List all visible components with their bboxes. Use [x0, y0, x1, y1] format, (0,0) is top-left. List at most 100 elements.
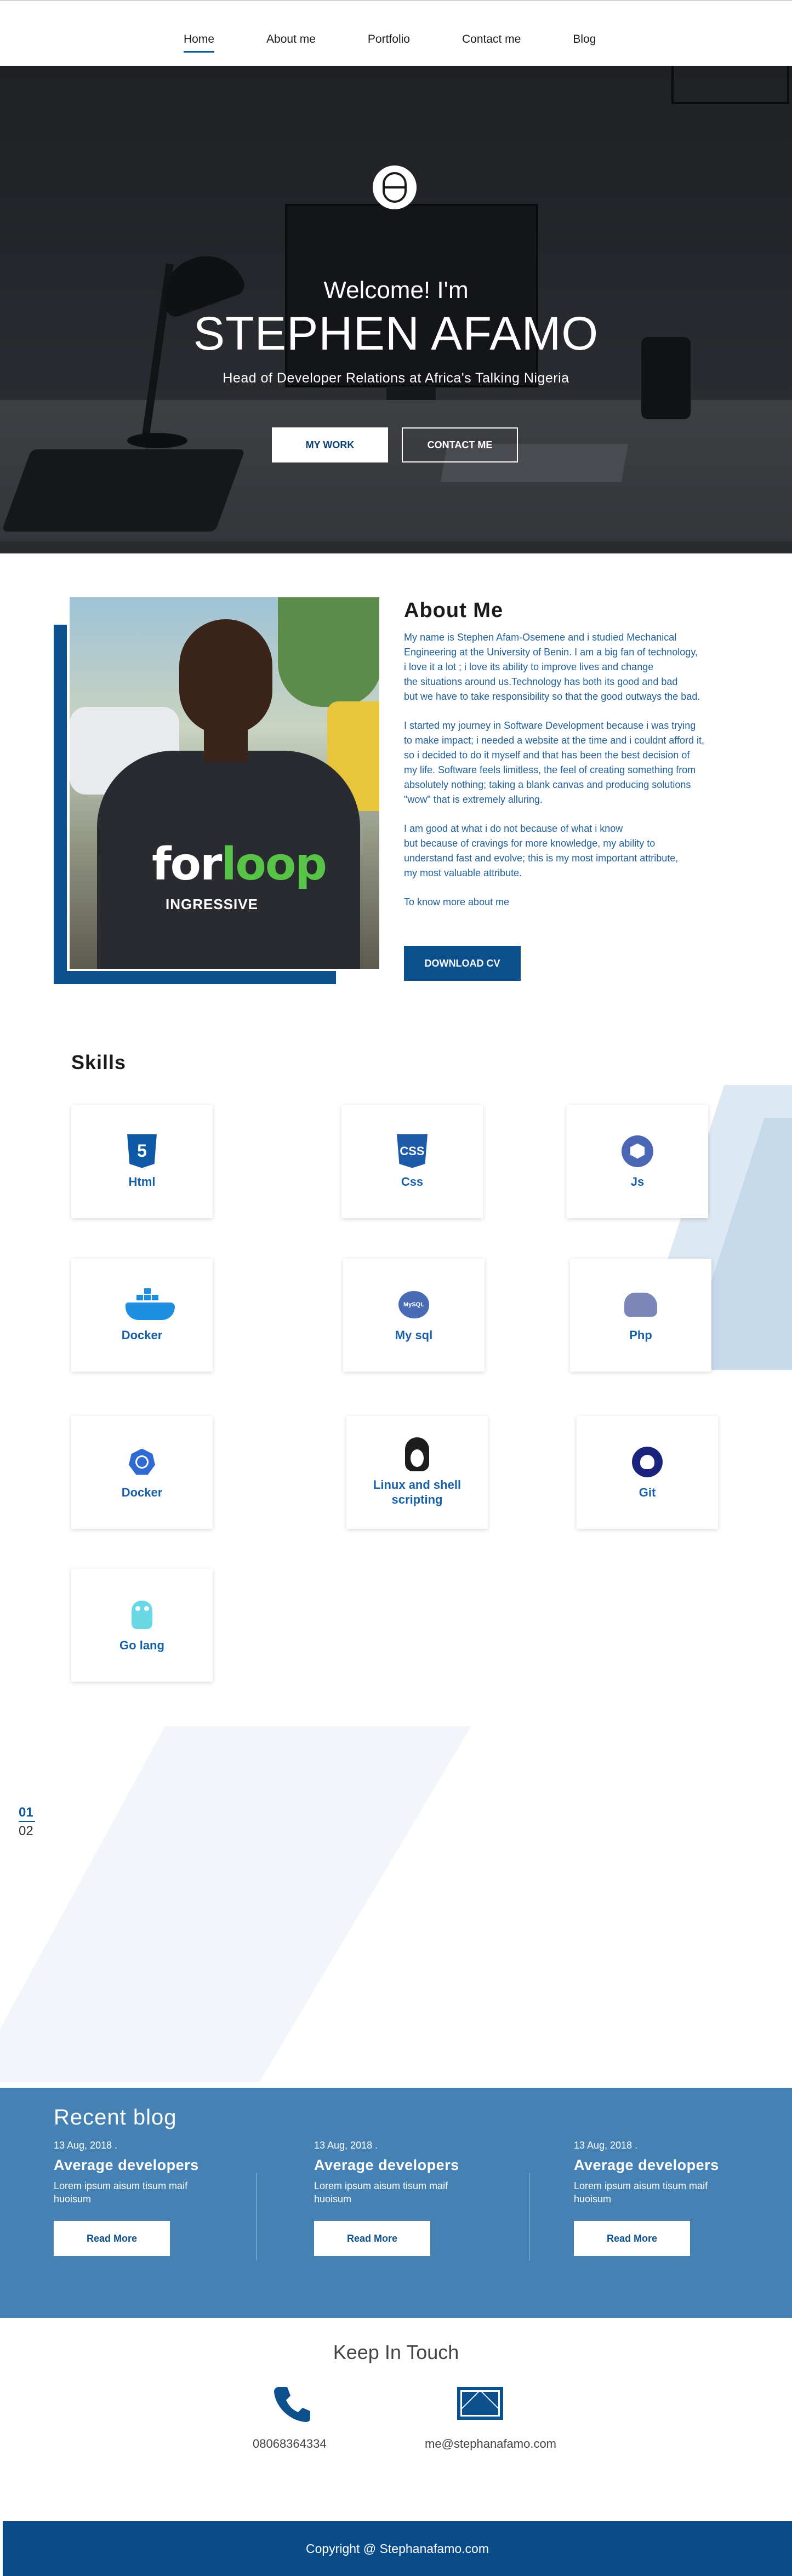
skill-label: Php: [629, 1328, 652, 1342]
mysql-icon: MySQL: [397, 1288, 430, 1321]
photo-tree: [278, 597, 379, 707]
html5-icon: 5: [126, 1134, 158, 1168]
docker-container-block: [136, 1294, 143, 1300]
skill-label: Git: [639, 1485, 656, 1499]
skill-card-php[interactable]: Php: [570, 1259, 711, 1372]
about-accent-bar-bottom: [54, 971, 336, 984]
site-logo-icon[interactable]: [373, 165, 417, 209]
skill-card-html[interactable]: 5 Html: [71, 1105, 213, 1218]
shirt-text-loop: loop: [221, 838, 327, 890]
skill-card-kubernetes[interactable]: Docker: [71, 1416, 213, 1529]
skill-label: Docker: [121, 1328, 163, 1342]
read-more-button[interactable]: Read More: [54, 2221, 170, 2256]
kubernetes-icon: [126, 1446, 158, 1478]
photo-shirt-ingressive: INGRESSIVE: [166, 896, 258, 912]
skill-card-css[interactable]: CSS Css: [341, 1105, 483, 1218]
github-icon: [631, 1446, 664, 1478]
php-elephant: [624, 1292, 657, 1317]
skill-label: Linux and shell scripting: [373, 1478, 461, 1506]
read-more-button[interactable]: Read More: [314, 2221, 430, 2256]
blog-heading[interactable]: Average developers: [574, 2157, 755, 2174]
my-work-button[interactable]: MY WORK: [272, 427, 388, 462]
download-cv-button[interactable]: DOWNLOAD CV: [404, 946, 521, 981]
decor-diagonal-band: [0, 1726, 471, 2082]
docker-container-block: [144, 1288, 151, 1294]
js-hexagon: [622, 1135, 653, 1167]
skill-label: Go lang: [119, 1638, 164, 1652]
css3-badge: CSS: [397, 1134, 428, 1168]
docker-container-block: [152, 1294, 158, 1300]
blog-date: 13 Aug, 2018 .: [314, 2140, 378, 2151]
nav-item-portfolio[interactable]: Portfolio: [368, 33, 410, 46]
skill-card-git[interactable]: Git: [577, 1416, 718, 1529]
shirt-text-for: for: [152, 838, 222, 890]
phone-icon[interactable]: [273, 2385, 311, 2423]
blog-date: 13 Aug, 2018 .: [54, 2140, 118, 2151]
photo-shirt-logo: forloop: [152, 838, 327, 890]
about-paragraph-4: To know more about me: [404, 896, 510, 907]
read-more-button[interactable]: Read More: [574, 2221, 690, 2256]
skill-label: Html: [128, 1174, 156, 1189]
page-indicator-underline: [19, 1821, 35, 1822]
skill-card-js[interactable]: Js: [567, 1105, 708, 1218]
skill-label: Js: [630, 1174, 645, 1189]
skills-title: Skills: [71, 1051, 127, 1073]
docker-icon: [126, 1288, 175, 1321]
footer: Copyright @ Stephanafamo.com: [3, 2521, 792, 2576]
blog-title: Recent blog: [54, 2105, 177, 2129]
docker-whale-body: [126, 1302, 175, 1320]
docker-whale: [126, 1288, 175, 1321]
php-elephant-icon: [624, 1288, 657, 1321]
skill-label: Css: [401, 1174, 424, 1189]
skill-card-golang[interactable]: Go lang: [71, 1569, 213, 1682]
blog-card: 13 Aug, 2018 . Average developers Lorem …: [54, 2140, 235, 2256]
gopher: [132, 1600, 152, 1629]
js-icon: [621, 1135, 654, 1168]
blog-date: 13 Aug, 2018 .: [574, 2140, 638, 2151]
gopher-icon: [126, 1598, 158, 1631]
nav-item-home[interactable]: Home: [184, 33, 215, 53]
about-title: About Me: [404, 599, 504, 622]
about-paragraph-3: I am good at what i do not because of wh…: [404, 823, 679, 878]
hero-welcome: Welcome! I'm: [323, 277, 469, 304]
blog-excerpt: Lorem ipsum aisum tisum maif huoisum: [54, 2180, 188, 2204]
about-accent-bar: [54, 625, 67, 984]
docker-container-block: [144, 1294, 151, 1300]
about-paragraph-2: I started my journey in Software Develop…: [404, 720, 704, 805]
nav-item-about[interactable]: About me: [266, 33, 316, 46]
skill-card-linux[interactable]: Linux and shell scripting: [346, 1416, 488, 1529]
blog-heading[interactable]: Average developers: [54, 2157, 235, 2174]
skill-label: Docker: [121, 1485, 163, 1499]
logo-mark: [383, 172, 407, 203]
nav-item-blog[interactable]: Blog: [573, 33, 596, 46]
blog-excerpt: Lorem ipsum aisum tisum maif huoisum: [574, 2180, 708, 2204]
hero-tagline: Head of Developer Relations at Africa's …: [223, 370, 569, 386]
about-text: My name is Stephen Afam-Osemene and i st…: [404, 630, 744, 924]
css3-icon: CSS: [396, 1134, 429, 1168]
page-indicator-1[interactable]: 01: [19, 1805, 33, 1820]
nav-list: Home About me Portfolio Contact me Blog: [184, 33, 648, 53]
mail-icon[interactable]: [457, 2387, 503, 2420]
skill-card-docker[interactable]: Docker: [71, 1259, 213, 1372]
skill-card-mysql[interactable]: MySQL My sql: [343, 1259, 485, 1372]
page-indicator-2[interactable]: 02: [19, 1824, 33, 1839]
linux-tux: [405, 1437, 429, 1471]
blog-excerpt: Lorem ipsum aisum tisum maif huoisum: [314, 2180, 448, 2204]
contact-me-button[interactable]: CONTACT ME: [402, 427, 518, 462]
email-address[interactable]: me@stephanafamo.com: [425, 2437, 556, 2451]
nav-item-contact[interactable]: Contact me: [462, 33, 521, 46]
profile-photo: forloop INGRESSIVE: [70, 597, 379, 969]
top-navigation: Home About me Portfolio Contact me Blog: [0, 1, 792, 66]
blog-card: 13 Aug, 2018 . Average developers Lorem …: [314, 2140, 495, 2256]
blog-card: 13 Aug, 2018 . Average developers Lorem …: [574, 2140, 755, 2256]
linux-tux-icon: [401, 1437, 434, 1471]
keep-in-touch-title: Keep In Touch: [333, 2341, 459, 2363]
html5-badge: 5: [127, 1134, 157, 1168]
hero-name: STEPHEN AFAMO: [193, 307, 599, 360]
recent-blog-section: Recent blog 13 Aug, 2018 . Average devel…: [0, 2088, 792, 2318]
phone-number[interactable]: 08068364334: [253, 2437, 327, 2451]
skill-label: My sql: [395, 1328, 433, 1342]
mysql-badge: MySQL: [398, 1290, 429, 1318]
github-octocat: [632, 1446, 663, 1477]
blog-heading[interactable]: Average developers: [314, 2157, 495, 2174]
